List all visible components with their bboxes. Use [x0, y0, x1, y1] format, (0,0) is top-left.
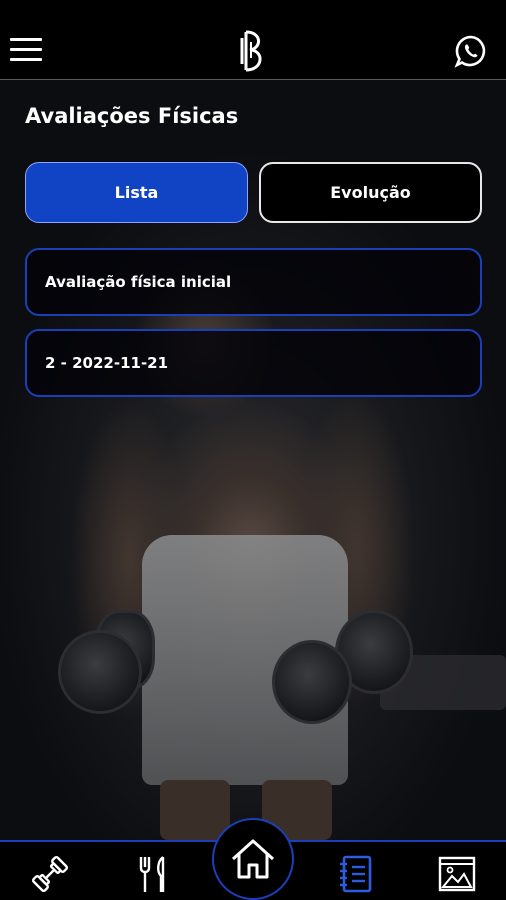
- page-title: Avaliações Físicas: [25, 104, 239, 128]
- tab-evolucao[interactable]: Evolução: [259, 162, 482, 223]
- whatsapp-icon[interactable]: [454, 34, 488, 68]
- dumbbell-icon[interactable]: [30, 854, 70, 894]
- assessment-label: 2 - 2022-11-21: [45, 354, 169, 372]
- background-photo-detail: [272, 640, 352, 724]
- gallery-icon[interactable]: [437, 854, 477, 894]
- app-header: [0, 0, 506, 80]
- brand-logo-icon: [240, 30, 262, 72]
- notebook-icon[interactable]: [336, 854, 376, 894]
- fork-knife-icon[interactable]: [133, 854, 173, 894]
- assessment-list-item[interactable]: 2 - 2022-11-21: [25, 329, 482, 397]
- tab-lista[interactable]: Lista: [25, 162, 248, 223]
- background-photo-detail: [58, 630, 142, 714]
- home-button[interactable]: [212, 818, 294, 900]
- assessment-list-item[interactable]: Avaliação física inicial: [25, 248, 482, 316]
- assessment-label: Avaliação física inicial: [45, 273, 232, 291]
- background-photo-detail: [160, 780, 230, 840]
- home-icon: [231, 839, 275, 879]
- menu-icon[interactable]: [10, 38, 42, 64]
